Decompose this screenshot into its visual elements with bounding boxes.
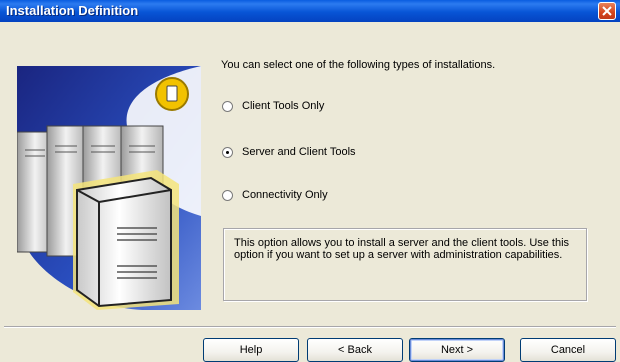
close-icon (602, 6, 612, 16)
option-connectivity-only[interactable]: Connectivity Only (222, 187, 328, 203)
radio-client-tools-only[interactable] (222, 100, 233, 112)
option-server-and-client-tools[interactable]: Server and Client Tools (222, 144, 356, 160)
next-button[interactable]: Next > (409, 338, 505, 362)
option-label: Server and Client Tools (242, 146, 356, 158)
window-title: Installation Definition (6, 3, 139, 18)
radio-server-and-client-tools[interactable] (222, 146, 233, 158)
option-description-box: This option allows you to install a serv… (223, 228, 587, 301)
title-bar: Installation Definition (0, 0, 620, 22)
close-button[interactable] (598, 2, 616, 20)
option-description: This option allows you to install a serv… (234, 237, 570, 261)
cancel-button[interactable]: Cancel (520, 338, 616, 362)
back-button[interactable]: < Back (307, 338, 403, 362)
help-button[interactable]: Help (203, 338, 299, 362)
server-illustration-icon (16, 66, 201, 310)
divider (4, 326, 616, 328)
option-client-tools-only[interactable]: Client Tools Only (222, 98, 324, 114)
installation-prompt: You can select one of the following type… (221, 59, 496, 71)
radio-connectivity-only[interactable] (222, 189, 233, 201)
option-label: Client Tools Only (242, 100, 325, 112)
option-label: Connectivity Only (242, 189, 328, 201)
